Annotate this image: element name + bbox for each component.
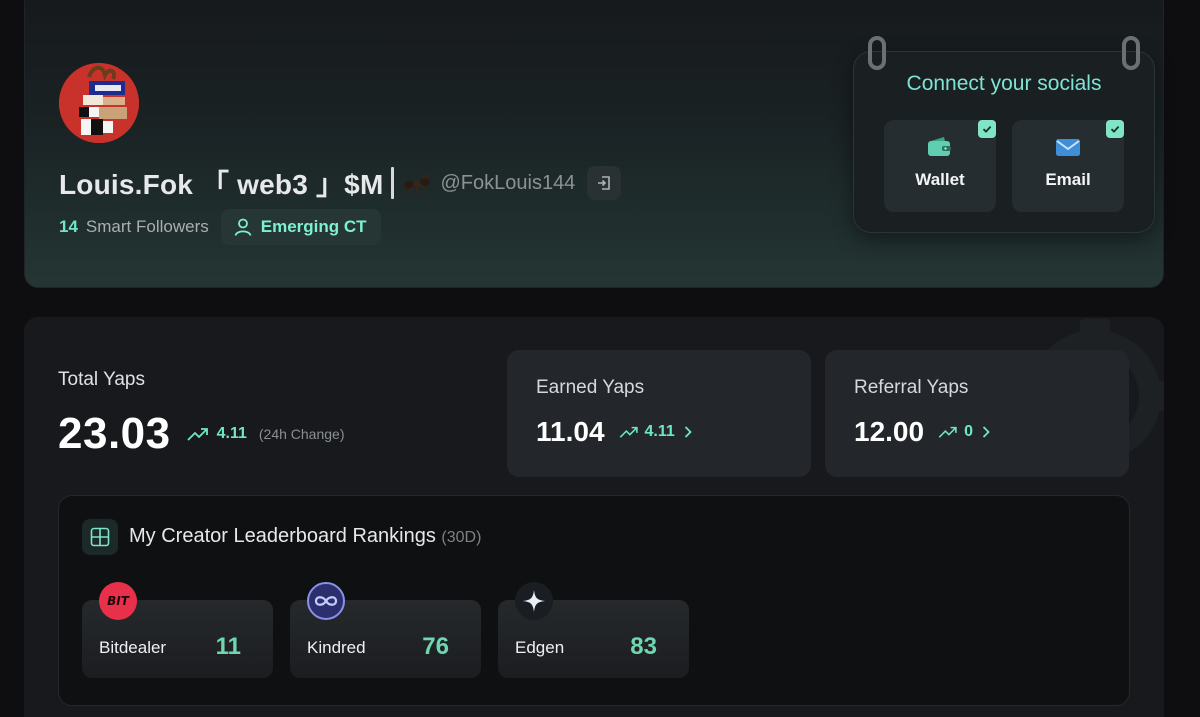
bitdealer-logo-icon: BIT	[99, 582, 137, 620]
email-connected-check-icon	[1106, 120, 1124, 138]
tier-badge: Emerging CT	[220, 209, 381, 245]
ranking-value: 11	[215, 633, 241, 660]
total-yaps-label: Total Yaps	[58, 369, 145, 390]
referral-yaps-change: 0	[964, 423, 973, 440]
earned-yaps-change: 4.11	[644, 423, 675, 440]
ranking-card-bitdealer[interactable]: BIT Bitdealer 11	[82, 582, 273, 678]
edgen-logo-icon	[515, 582, 553, 620]
earned-yaps-tile[interactable]: Earned Yaps 11.04 4.11	[507, 350, 811, 477]
email-label: Email	[1045, 170, 1091, 189]
connect-wallet-button[interactable]: Wallet	[884, 120, 996, 212]
binder-ring-right	[1122, 36, 1140, 70]
trending-up-icon	[938, 426, 957, 438]
ranking-value: 83	[630, 633, 657, 660]
kindred-logo-icon	[307, 582, 345, 620]
followers-row: 14 Smart Followers Emerging CT	[59, 209, 381, 245]
user-icon	[234, 218, 252, 236]
referral-yaps-row: 12.00 0	[854, 416, 991, 448]
earned-yaps-row: 11.04 4.11	[536, 416, 693, 448]
login-icon	[598, 176, 611, 190]
chevron-right-icon[interactable]	[981, 425, 991, 439]
leaderboard-rankings-panel: My Creator Leaderboard Rankings (30D) BI…	[58, 495, 1130, 706]
ranking-name: Bitdealer	[99, 638, 167, 657]
referral-yaps-label: Referral Yaps	[854, 377, 969, 398]
connect-socials-title: Connect your socials	[906, 72, 1102, 95]
binder-ring-left	[868, 36, 886, 70]
referral-yaps-value: 12.00	[854, 416, 925, 447]
total-yaps-change: 4.11	[216, 425, 247, 442]
leaderboard-title-text: My Creator Leaderboard Rankings	[129, 525, 436, 547]
total-yaps-value: 23.03	[58, 409, 171, 458]
mail-icon	[1056, 139, 1080, 156]
name-divider	[391, 167, 395, 199]
ranking-card-kindred[interactable]: Kindred 76	[290, 582, 481, 678]
handle[interactable]: @FokLouis144	[440, 172, 575, 195]
smart-followers-label: Smart Followers	[85, 217, 209, 236]
leaderboard-title: My Creator Leaderboard Rankings (30D)	[129, 525, 481, 548]
wallet-label: Wallet	[915, 170, 965, 189]
connect-email-button[interactable]: Email	[1012, 120, 1124, 212]
yaps-stats-card: Total Yaps 23.03 4.11 (24h Change) Earne…	[24, 317, 1164, 717]
ranking-value: 76	[422, 633, 449, 660]
layout-grid-icon	[82, 519, 118, 555]
smart-followers-count: 14	[59, 217, 78, 236]
avatar[interactable]	[59, 63, 139, 143]
ranking-name: Edgen	[515, 638, 565, 657]
tier-badge-label: Emerging CT	[260, 217, 367, 236]
trending-up-icon	[619, 426, 638, 438]
ant-icon	[404, 172, 432, 195]
leaderboard-period: (30D)	[441, 529, 482, 546]
trending-up-icon	[186, 428, 208, 441]
total-yaps-row: 23.03 4.11 (24h Change)	[58, 409, 345, 459]
referral-yaps-tile[interactable]: Referral Yaps 12.00 0	[825, 350, 1129, 477]
total-yaps-change-note: (24h Change)	[258, 426, 345, 442]
earned-yaps-label: Earned Yaps	[536, 377, 645, 398]
display-name: Louis.Fok 「 web3 」$M	[59, 169, 384, 200]
login-button[interactable]	[587, 166, 622, 200]
wallet-connected-check-icon	[978, 120, 996, 138]
bitdealer-logo-text: BIT	[107, 594, 129, 608]
ranking-card-edgen[interactable]: Edgen 83	[498, 582, 689, 678]
ranking-name: Kindred	[307, 638, 366, 657]
connect-socials-card: Connect your socials Wallet Email	[853, 36, 1155, 233]
earned-yaps-value: 11.04	[536, 416, 605, 447]
wallet-icon	[928, 137, 951, 156]
profile-card: Louis.Fok 「 web3 」$M @FokLouis144 14 Sma…	[24, 0, 1164, 288]
chevron-right-icon[interactable]	[683, 425, 693, 439]
name-row: Louis.Fok 「 web3 」$M @FokLouis144	[59, 163, 622, 203]
